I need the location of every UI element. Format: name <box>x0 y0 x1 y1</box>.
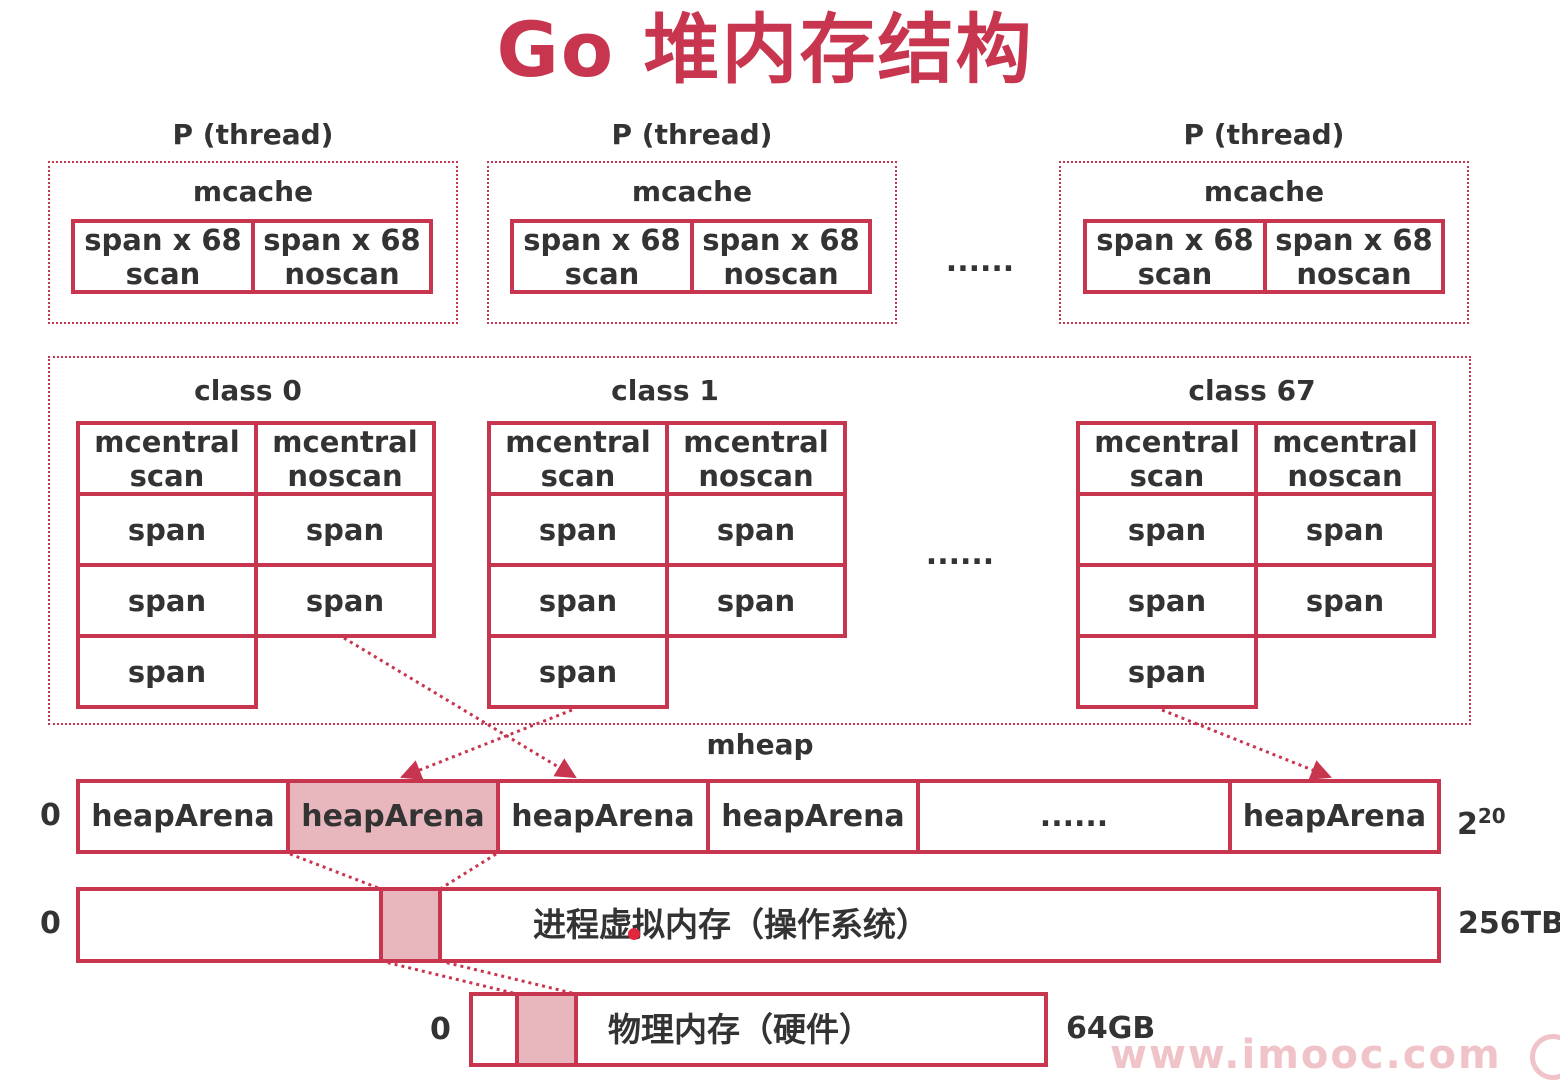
heap-arena-cell: heapArena <box>496 779 710 854</box>
mcache-label: mcache <box>1203 175 1325 208</box>
span-kind: scan <box>1137 256 1213 291</box>
thread-label: P (thread) <box>172 118 334 151</box>
heap-arena-cell-highlighted: heapArena <box>286 779 500 854</box>
map-line-virtual-physical-right <box>439 959 577 996</box>
heap-arena-cell: heapArena <box>1228 779 1441 854</box>
mheap-end-label: 220 <box>1457 798 1506 843</box>
mcentral-name: mcentral <box>1272 424 1418 459</box>
mheap-start-label: 0 <box>40 798 61 833</box>
class-ellipsis: ...... <box>925 537 995 572</box>
physical-memory-label: 物理内存（硬件） <box>608 1010 872 1049</box>
mcache-span-scan: span x 68 scan <box>71 219 255 294</box>
heap-arena-ellipsis: ...... <box>916 779 1232 854</box>
watermark-text: www.imooc.com <box>1110 1032 1502 1078</box>
map-line-arena-virtual-right <box>439 852 497 891</box>
mcache-span-noscan: span x 68 noscan <box>251 219 433 294</box>
span-cell: span <box>254 492 436 567</box>
mcentral-kind: scan <box>129 458 205 493</box>
page-title: Go 堆内存结构 <box>496 5 1034 94</box>
span-cell: span <box>1254 492 1436 567</box>
virtual-start-label: 0 <box>40 906 61 941</box>
physical-start-label: 0 <box>430 1012 451 1047</box>
span-cell: span <box>76 492 258 567</box>
map-line-virtual-physical-left <box>380 959 518 996</box>
mcentral-name: mcentral <box>272 424 418 459</box>
map-line-arena-virtual-left <box>289 852 382 891</box>
span-kind: noscan <box>284 256 400 291</box>
span-cell: span <box>487 634 669 709</box>
span-cell: span <box>665 492 847 567</box>
mcentral-noscan: mcentral noscan <box>254 421 436 496</box>
mcache-span-noscan: span x 68 noscan <box>1263 219 1445 294</box>
mcentral-kind: noscan <box>287 458 403 493</box>
imooc-logo-icon <box>1530 1034 1560 1080</box>
span-cell: span <box>76 563 258 638</box>
physical-mapped-block <box>515 996 578 1063</box>
mcache-label: mcache <box>192 175 314 208</box>
span-cell: span <box>1076 634 1258 709</box>
mcentral-scan: mcentral scan <box>487 421 669 496</box>
mcentral-noscan: mcentral noscan <box>1254 421 1436 496</box>
thread-label: P (thread) <box>1183 118 1345 151</box>
mcentral-scan: mcentral scan <box>76 421 258 496</box>
mcentral-noscan: mcentral noscan <box>665 421 847 496</box>
cursor-dot <box>628 928 640 940</box>
mcentral-kind: noscan <box>1287 458 1403 493</box>
mcentral-kind: scan <box>1129 458 1205 493</box>
mheap-label: mheap <box>706 728 814 761</box>
span-cell: span <box>665 563 847 638</box>
mcentral-name: mcentral <box>1094 424 1240 459</box>
heap-arena-cell: heapArena <box>76 779 290 854</box>
class-label: class 67 <box>1188 374 1316 407</box>
span-count: span x 68 <box>523 222 681 257</box>
span-cell: span <box>254 563 436 638</box>
span-cell: span <box>1254 563 1436 638</box>
class-label: class 0 <box>194 374 302 407</box>
span-kind: noscan <box>1296 256 1412 291</box>
span-cell: span <box>1076 563 1258 638</box>
virtual-memory-label: 进程虚拟内存（操作系统） <box>533 905 929 944</box>
span-cell: span <box>487 492 669 567</box>
mcache-label: mcache <box>631 175 753 208</box>
span-count: span x 68 <box>1275 222 1433 257</box>
mcentral-kind: noscan <box>698 458 814 493</box>
span-kind: noscan <box>723 256 839 291</box>
mcentral-name: mcentral <box>94 424 240 459</box>
span-kind: scan <box>125 256 201 291</box>
thread-ellipsis: ...... <box>945 244 1015 279</box>
mcentral-scan: mcentral scan <box>1076 421 1258 496</box>
end-exponent: 20 <box>1477 804 1506 828</box>
span-kind: scan <box>564 256 640 291</box>
span-count: span x 68 <box>84 222 242 257</box>
span-count: span x 68 <box>702 222 860 257</box>
end-base: 2 <box>1457 807 1478 842</box>
span-count: span x 68 <box>263 222 421 257</box>
virtual-mapped-block <box>379 891 442 959</box>
span-cell: span <box>76 634 258 709</box>
span-cell: span <box>1076 492 1258 567</box>
heap-arena-cell: heapArena <box>706 779 920 854</box>
thread-label: P (thread) <box>611 118 773 151</box>
virtual-end-label: 256TB <box>1458 906 1560 941</box>
span-count: span x 68 <box>1096 222 1254 257</box>
mcentral-name: mcentral <box>683 424 829 459</box>
mcache-span-scan: span x 68 scan <box>1083 219 1267 294</box>
span-cell: span <box>487 563 669 638</box>
class-label: class 1 <box>611 374 719 407</box>
mcentral-name: mcentral <box>505 424 651 459</box>
mcache-span-noscan: span x 68 noscan <box>690 219 872 294</box>
mcache-span-scan: span x 68 scan <box>510 219 694 294</box>
mcentral-kind: scan <box>540 458 616 493</box>
